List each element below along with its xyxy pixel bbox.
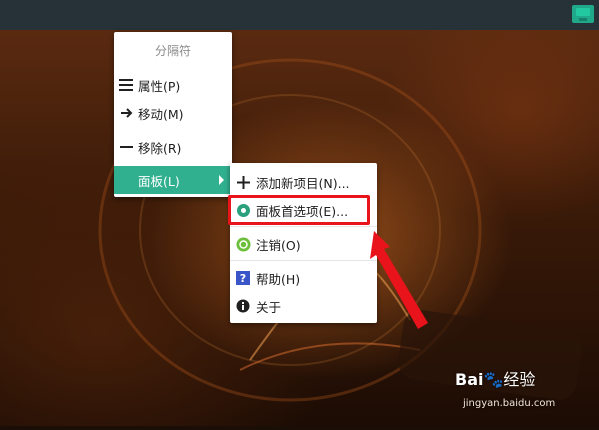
watermark-suffix: 经验 [503,370,536,389]
help-menu-item[interactable]: ? 帮助(H) [230,265,377,291]
remove-menu-item[interactable]: 移除(R) [114,134,232,160]
panel-submenu: 添加新项目(N)... 面板首选项(E)... 注销(O) ? 帮助(H) 关于 [230,163,377,323]
watermark-url: jingyan.baidu.com [463,398,556,409]
list-icon [114,79,138,91]
help-icon: ? [230,271,256,285]
svg-text:?: ? [240,272,246,285]
arrow-right-icon [114,107,138,119]
menu-separator [230,226,377,227]
display-icon[interactable] [572,5,594,23]
menu-item-label: 添加新项目(N)... [256,175,350,191]
annotation-arrow-icon [370,231,428,329]
move-menu-item[interactable]: 移动(M) [114,100,232,126]
menu-header: 分隔符 [154,44,191,58]
menu-item-label: 关于 [256,299,282,315]
menu-item-label: 移除(R) [138,140,182,156]
paw-icon: 🐾 [483,370,504,389]
logout-menu-item[interactable]: 注销(O) [230,231,377,257]
plus-icon [230,175,256,189]
menu-item-label: 移动(M) [138,106,184,122]
menu-item-label: 注销(O) [256,237,301,253]
menu-item-label: 面板(L) [138,173,180,189]
panel-context-menu: 分隔符 属性(P) 移动(M) 移除(R) 面板(L) [114,32,232,197]
highlight-box [228,195,370,225]
top-panel [0,0,599,30]
add-new-item-menu-item[interactable]: 添加新项目(N)... [230,169,377,195]
panel-submenu-item[interactable]: 面板(L) [114,166,232,194]
submenu-arrow-icon [219,175,224,185]
menu-item-label: 帮助(H) [256,271,301,287]
logout-icon [230,237,256,252]
properties-menu-item[interactable]: 属性(P) [114,72,232,98]
minus-icon [114,141,138,153]
menu-item-label: 属性(P) [138,78,181,94]
watermark: Bai🐾经验 jingyan.baidu.com [455,366,555,409]
watermark-brand: Bai [455,370,484,389]
info-icon [230,299,256,313]
about-menu-item[interactable]: 关于 [230,293,377,319]
menu-separator [230,260,377,261]
